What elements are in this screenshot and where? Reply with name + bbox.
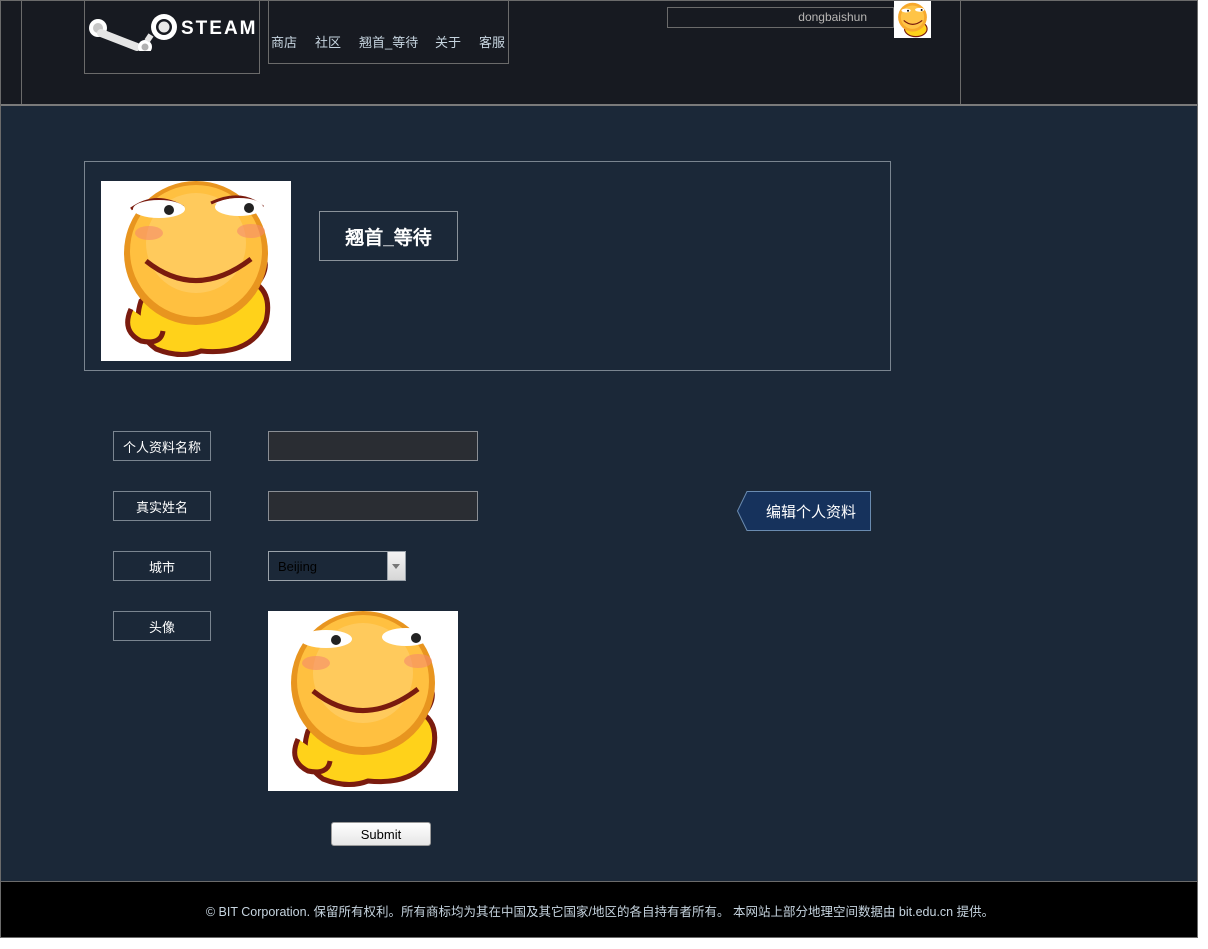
- username-display[interactable]: dongbaishun: [667, 7, 894, 28]
- steam-logo[interactable]: STEAM: [84, 1, 260, 74]
- nav-profile[interactable]: 翘首_等待: [359, 32, 418, 51]
- header-avatar[interactable]: [894, 1, 931, 38]
- city-select[interactable]: Beijing: [268, 551, 406, 581]
- nav-support[interactable]: 客服: [479, 32, 505, 51]
- top-nav: 商店 社区 翘首_等待 关于 客服: [268, 1, 509, 64]
- svg-text:STEAM: STEAM: [181, 18, 258, 39]
- nav-about[interactable]: 关于: [435, 32, 461, 51]
- real-name-label: 真实姓名: [113, 491, 211, 521]
- nav-store[interactable]: 商店: [271, 32, 297, 51]
- smiley-emoticon-icon: [291, 611, 438, 787]
- smiley-emoticon-icon: [898, 2, 928, 38]
- real-name-field[interactable]: [268, 491, 478, 521]
- profile-avatar: [101, 181, 291, 361]
- city-selected-value: Beijing: [278, 559, 318, 574]
- edit-profile-label: 编辑个人资料: [765, 503, 856, 521]
- steam-logo-icon: STEAM: [89, 14, 258, 51]
- profile-card: 翘首_等待: [84, 161, 891, 371]
- header: STEAM 商店 社区 翘首_等待 关于 客服 dongbaishun: [1, 1, 1197, 106]
- avatar-label: 头像: [113, 611, 211, 641]
- page: STEAM 商店 社区 翘首_等待 关于 客服 dongbaishun 翘首_等…: [0, 0, 1198, 938]
- nav-community[interactable]: 社区: [315, 32, 341, 51]
- footer-copyright: © BIT Corporation. 保留所有权利。所有商标均为其在中国及其它国…: [205, 905, 995, 919]
- submit-button[interactable]: Submit: [331, 822, 431, 846]
- avatar-preview[interactable]: [268, 611, 458, 791]
- edit-profile-button[interactable]: 编辑个人资料: [737, 491, 871, 531]
- profile-name-label: 个人资料名称: [113, 431, 211, 461]
- chevron-down-icon[interactable]: [387, 552, 405, 580]
- profile-display-name: 翘首_等待: [319, 211, 458, 261]
- city-label: 城市: [113, 551, 211, 581]
- profile-name-field[interactable]: [268, 431, 478, 461]
- smiley-emoticon-icon: [124, 181, 271, 357]
- footer: © BIT Corporation. 保留所有权利。所有商标均为其在中国及其它国…: [1, 881, 1197, 937]
